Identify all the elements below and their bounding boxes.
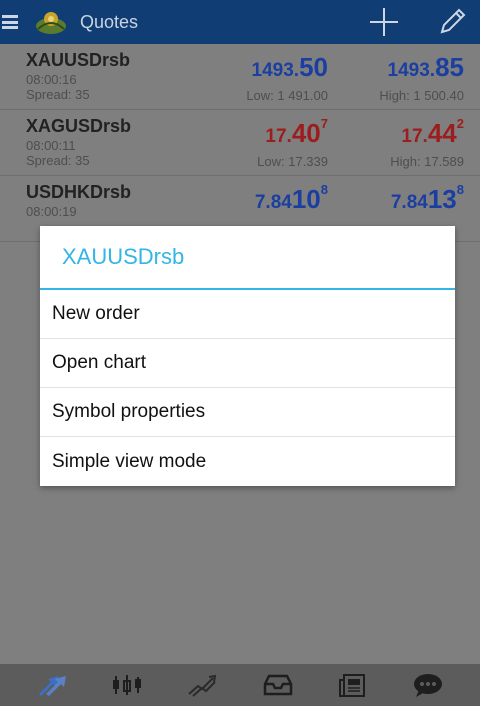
low-price: Low: 1 491.00 (246, 88, 328, 103)
quote-time: 08:00:19 (26, 204, 77, 219)
bid-price: 1493.50 (251, 52, 328, 82)
symbol-name: XAGUSDrsb (26, 116, 132, 136)
new-order-menu-item[interactable]: New order (40, 290, 455, 339)
symbol-context-dialog: XAUUSDrsb New order Open chart Symbol pr… (40, 226, 455, 486)
spread-label: Spread: 35 (26, 87, 90, 102)
dialog-title: XAUUSDrsb (40, 226, 455, 290)
symbol-name: XAUUSDrsb (26, 50, 131, 70)
page-title: Quotes (80, 11, 139, 32)
low-price: Low: 17.339 (257, 154, 328, 169)
chart-nav-candlestick-icon[interactable] (103, 664, 151, 706)
quote-row[interactable]: XAGUSDrsb 08:00:11 Spread: 35 17.407 17.… (0, 110, 480, 176)
metatrader-logo-icon[interactable] (34, 7, 68, 37)
high-price: High: 1 500.40 (379, 88, 464, 103)
ask-price: 7.84138 (390, 182, 464, 214)
quote-time: 08:00:16 (26, 72, 77, 87)
high-price: High: 17.589 (390, 154, 464, 169)
symbol-name: USDHKDrsb (26, 182, 132, 202)
simple-view-mode-menu-item[interactable]: Simple view mode (40, 437, 455, 486)
open-chart-menu-item[interactable]: Open chart (40, 339, 455, 388)
quote-time: 08:00:11 (26, 138, 76, 153)
trade-nav-trend-icon[interactable] (178, 664, 226, 706)
edit-pencil-icon[interactable] (432, 2, 472, 42)
bid-price: 17.407 (265, 116, 328, 148)
quotes-nav-arrows-icon[interactable] (28, 664, 76, 706)
ask-price: 17.442 (401, 116, 464, 148)
bid-price: 7.84108 (254, 182, 328, 214)
chat-nav-bubble-icon[interactable] (404, 664, 452, 706)
menu-icon[interactable] (2, 13, 18, 31)
bottom-navigation (0, 664, 480, 706)
spread-label: Spread: 35 (26, 153, 90, 168)
news-nav-newspaper-icon[interactable] (329, 664, 377, 706)
quote-row[interactable]: XAUUSDrsb 08:00:16 Spread: 35 1493.50 14… (0, 44, 480, 110)
symbol-properties-menu-item[interactable]: Symbol properties (40, 388, 455, 437)
ask-price: 1493.85 (387, 52, 464, 82)
add-symbol-icon[interactable] (364, 2, 404, 42)
quotes-list: XAUUSDrsb 08:00:16 Spread: 35 1493.50 14… (0, 44, 480, 242)
action-bar: Quotes (0, 0, 480, 44)
history-nav-inbox-icon[interactable] (254, 664, 302, 706)
